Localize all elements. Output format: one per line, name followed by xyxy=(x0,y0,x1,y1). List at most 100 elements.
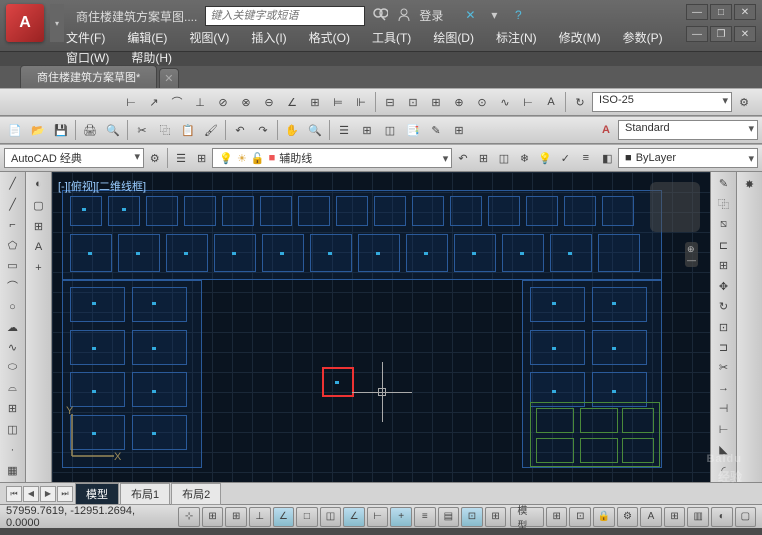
ducs-icon[interactable]: ⊢ xyxy=(367,507,389,527)
workspace-settings-icon[interactable]: ⚙ xyxy=(145,147,164,169)
pan-icon[interactable]: ✋ xyxy=(281,119,303,141)
viewcube[interactable] xyxy=(650,182,700,232)
ellipsearc-icon[interactable]: ⌓ xyxy=(2,379,24,398)
grid-toggle-icon[interactable]: ⊞ xyxy=(225,507,247,527)
layout-tab-2[interactable]: 布局2 xyxy=(171,483,221,505)
dim-quick-icon[interactable]: ⊞ xyxy=(304,91,326,113)
join-icon[interactable]: ⊢ xyxy=(713,420,735,439)
extend-icon[interactable]: → xyxy=(713,379,735,398)
view-label[interactable]: [-][俯视][二维线框] xyxy=(58,178,146,194)
dim-aligned-icon[interactable]: ↗ xyxy=(143,91,165,113)
dimstyle-dropdown[interactable]: ISO-25 xyxy=(592,92,732,112)
menu-draw[interactable]: 绘图(D) xyxy=(423,26,484,49)
line-icon[interactable]: ╱ xyxy=(2,174,24,193)
explode-icon[interactable]: ✸ xyxy=(739,174,761,194)
textstyle-dropdown[interactable]: Standard xyxy=(618,120,758,140)
mtext-icon[interactable]: A xyxy=(28,237,50,257)
copy-obj-icon[interactable]: ⿻ xyxy=(713,194,735,213)
menu-window[interactable]: 窗口(W) xyxy=(56,46,119,69)
doc-restore-button[interactable]: ❐ xyxy=(710,26,732,42)
properties-icon[interactable]: ☰ xyxy=(333,119,355,141)
tab-next-icon[interactable]: ▶ xyxy=(40,486,56,502)
rotate-icon[interactable]: ↻ xyxy=(713,297,735,316)
toolpalette-icon[interactable]: ◫ xyxy=(379,119,401,141)
ortho-icon[interactable]: ⊥ xyxy=(249,507,271,527)
layer-match-icon[interactable]: ≡ xyxy=(576,147,595,169)
search-input[interactable] xyxy=(205,6,365,26)
snap-icon[interactable]: ⊞ xyxy=(202,507,224,527)
polar-icon[interactable]: ∠ xyxy=(273,507,295,527)
dyn-icon[interactable]: + xyxy=(390,507,412,527)
sc-icon[interactable]: ⊞ xyxy=(485,507,507,527)
user-icon[interactable] xyxy=(395,6,413,24)
point-icon[interactable]: · xyxy=(2,440,24,459)
tpy-icon[interactable]: ▤ xyxy=(438,507,460,527)
copy-icon[interactable]: ⿻ xyxy=(154,119,176,141)
ws-switch-icon[interactable]: ⊞ xyxy=(664,507,686,527)
layer-dropdown[interactable]: 💡 ☀ 🔓 ■ 辅助线 xyxy=(212,148,452,168)
trim-icon[interactable]: ✂ xyxy=(713,358,735,377)
menu-view[interactable]: 视图(V) xyxy=(179,26,239,49)
3dosnap-icon[interactable]: ◫ xyxy=(320,507,342,527)
dim-radius-icon[interactable]: ⊘ xyxy=(212,91,234,113)
tab-first-icon[interactable]: ⏮ xyxy=(6,486,22,502)
ellipse-icon[interactable]: ⬭ xyxy=(2,358,24,377)
layer-previous-icon[interactable]: ↶ xyxy=(453,147,472,169)
move-icon[interactable]: ✥ xyxy=(713,276,735,295)
menu-format[interactable]: 格式(O) xyxy=(299,26,360,49)
layer-state-icon[interactable]: ⊞ xyxy=(474,147,493,169)
sheetset-icon[interactable]: 📑 xyxy=(402,119,424,141)
exchange-icon[interactable]: ✕ xyxy=(461,6,479,24)
undo-icon[interactable]: ↶ xyxy=(229,119,251,141)
menu-help[interactable]: 帮助(H) xyxy=(121,46,182,69)
ucs-icon[interactable]: Y X xyxy=(62,406,122,466)
dim-linear-icon[interactable]: ⊢ xyxy=(120,91,142,113)
menu-tools[interactable]: 工具(T) xyxy=(362,26,421,49)
quickview-layouts-icon[interactable]: ⊞ xyxy=(546,507,568,527)
zoom-icon[interactable]: 🔍 xyxy=(304,119,326,141)
menu-dim[interactable]: 标注(N) xyxy=(486,26,547,49)
menu-insert[interactable]: 插入(I) xyxy=(241,26,296,49)
dropdown-icon[interactable]: ▾ xyxy=(485,6,503,24)
dim-angular-icon[interactable]: ∠ xyxy=(281,91,303,113)
print-icon[interactable]: 🖨 xyxy=(79,119,101,141)
dim-baseline-icon[interactable]: ⊨ xyxy=(327,91,349,113)
table-icon[interactable]: ⊞ xyxy=(28,216,50,236)
dim-ordinate-icon[interactable]: ⊥ xyxy=(189,91,211,113)
color-icon[interactable]: ◧ xyxy=(598,147,617,169)
dim-tedit-icon[interactable]: A xyxy=(540,91,562,113)
cut-icon[interactable]: ✂ xyxy=(131,119,153,141)
circle-icon[interactable]: ○ xyxy=(2,297,24,316)
pline-icon[interactable]: ⌐ xyxy=(2,215,24,234)
clean-screen-icon[interactable]: ▢ xyxy=(735,507,757,527)
markup-icon[interactable]: ✎ xyxy=(425,119,447,141)
mirror-icon[interactable]: ⧅ xyxy=(713,215,735,234)
isolate-icon[interactable]: ◐ xyxy=(711,507,733,527)
quickcalc-icon[interactable]: ⊞ xyxy=(448,119,470,141)
file-tab-close[interactable]: ✕ xyxy=(159,68,179,88)
gradient-icon[interactable]: ◐ xyxy=(28,174,50,194)
annoauto-icon[interactable]: A xyxy=(640,507,662,527)
maximize-button[interactable]: □ xyxy=(710,4,732,20)
coordinates[interactable]: 57959.7619, -12951.2694, 0.0000 xyxy=(6,505,168,529)
center-mark-icon[interactable]: ⊕ xyxy=(448,91,470,113)
infer-icon[interactable]: ⊹ xyxy=(178,507,200,527)
break-icon[interactable]: ⊣ xyxy=(713,399,735,418)
layout-tab-1[interactable]: 布局1 xyxy=(120,483,170,505)
lwt-icon[interactable]: ≡ xyxy=(414,507,436,527)
tab-last-icon[interactable]: ⏭ xyxy=(57,486,73,502)
match-icon[interactable]: 🖌 xyxy=(200,119,222,141)
textstyle-icon[interactable]: A xyxy=(595,119,617,141)
workspace-dropdown[interactable]: AutoCAD 经典 xyxy=(4,148,144,168)
tolerance-icon[interactable]: ⊞ xyxy=(425,91,447,113)
dim-jogged-icon[interactable]: ⊗ xyxy=(235,91,257,113)
drawing-canvas[interactable]: [-][俯视][二维线框] xyxy=(52,172,710,482)
close-button[interactable]: ✕ xyxy=(734,4,756,20)
login-link[interactable]: 登录 xyxy=(419,7,443,24)
scale-icon[interactable]: ⊡ xyxy=(713,317,735,336)
rectangle-icon[interactable]: ▭ xyxy=(2,256,24,275)
stretch-icon[interactable]: ⊐ xyxy=(713,338,735,357)
save-icon[interactable]: 💾 xyxy=(50,119,72,141)
color-dropdown[interactable]: ■ ByLayer xyxy=(618,148,758,168)
region-icon[interactable]: ▢ xyxy=(28,195,50,215)
